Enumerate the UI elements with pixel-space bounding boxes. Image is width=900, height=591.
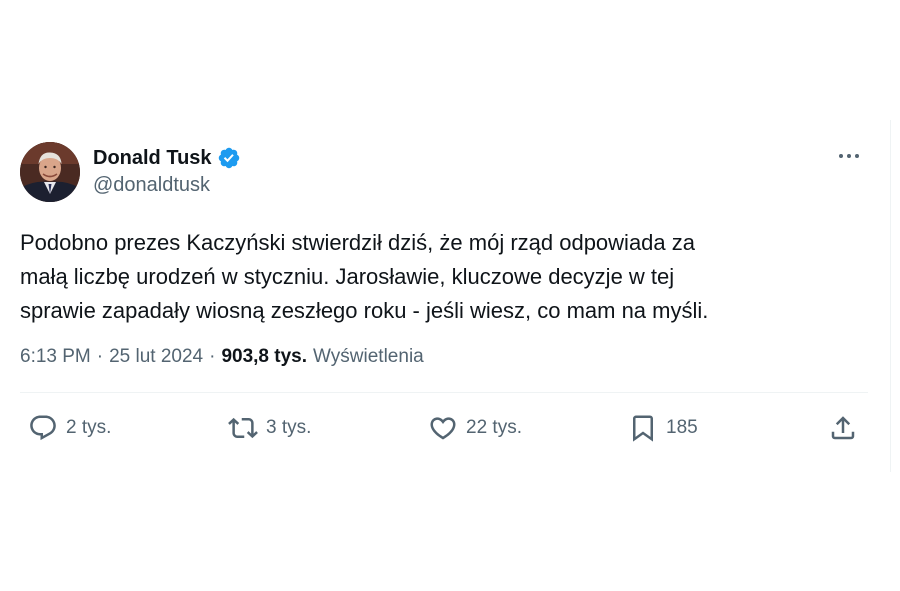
- display-name[interactable]: Donald Tusk: [93, 147, 212, 170]
- action-bar: 2 tys. 3 tys. 22 tys. 185: [20, 393, 868, 463]
- tweet-text-line: małą liczbę urodzeń w styczniu. Jarosław…: [20, 264, 675, 289]
- tweet[interactable]: Donald Tusk @donaldtusk Podobno prezes K: [20, 140, 868, 463]
- views-count[interactable]: 903,8 tys.: [221, 346, 307, 368]
- author-names: Donald Tusk @donaldtusk: [93, 145, 241, 197]
- tweet-text: Podobno prezes Kaczyński stwierdził dziś…: [20, 226, 868, 328]
- verified-badge-icon[interactable]: [217, 146, 241, 170]
- reply-count: 2 tys.: [66, 417, 112, 438]
- repost-button[interactable]: 3 tys.: [228, 413, 311, 443]
- more-dot: [855, 154, 859, 158]
- bookmark-icon: [633, 415, 653, 442]
- share-button[interactable]: [828, 413, 858, 443]
- page: Donald Tusk @donaldtusk Podobno prezes K: [0, 0, 900, 591]
- heart-icon: [430, 417, 456, 440]
- reply-button[interactable]: 2 tys.: [28, 413, 111, 443]
- repost-icon: [228, 417, 258, 439]
- tweet-header: Donald Tusk @donaldtusk: [20, 140, 868, 204]
- tweet-text-line: Podobno prezes Kaczyński stwierdził dziś…: [20, 230, 695, 255]
- like-button[interactable]: 22 tys.: [428, 413, 522, 443]
- tweet-meta: 6:13 PM · 25 lut 2024 · 903,8 tys. Wyświ…: [20, 346, 868, 368]
- share-icon: [831, 416, 855, 440]
- column-border: [890, 120, 891, 472]
- repost-count: 3 tys.: [266, 417, 312, 438]
- like-count: 22 tys.: [466, 417, 522, 438]
- tweet-date[interactable]: 25 lut 2024: [109, 346, 203, 368]
- tweet-time[interactable]: 6:13 PM: [20, 346, 91, 368]
- more-dot: [839, 154, 843, 158]
- reply-icon: [30, 415, 56, 441]
- more-options-icon[interactable]: [834, 144, 864, 168]
- display-name-row: Donald Tusk: [93, 145, 241, 171]
- bookmark-button[interactable]: 185: [628, 413, 698, 443]
- avatar[interactable]: [20, 142, 80, 202]
- meta-separator: ·: [96, 346, 104, 367]
- handle[interactable]: @donaldtusk: [93, 174, 241, 197]
- views-label[interactable]: Wyświetlenia: [313, 346, 424, 368]
- meta-separator: ·: [209, 346, 216, 367]
- bookmark-count: 185: [666, 417, 698, 438]
- tweet-text-line: sprawie zapadały wiosną zeszłego roku - …: [20, 298, 709, 323]
- avatar-image: [20, 142, 80, 202]
- more-dot: [847, 154, 851, 158]
